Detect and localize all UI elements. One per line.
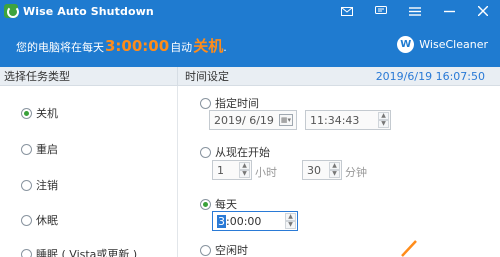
title-bar: Wise Auto Shutdown	[0, 0, 500, 22]
time-spinner[interactable]: ▲ ▼	[378, 112, 389, 128]
spin-down-icon[interactable]: ▼	[378, 120, 389, 128]
spin-up-icon[interactable]: ▲	[285, 213, 296, 221]
radio-icon	[200, 97, 211, 109]
scheduled-time: 3:00:00	[105, 37, 170, 55]
time-setting-panel: 指定时间 2019/ 6/19 ▦▾ 11:34:43 ▲ ▼ 从现在开始 1 …	[179, 86, 500, 257]
minutes-spinner[interactable]: ▲ ▼	[329, 162, 340, 178]
time-setting-title: 时间设定	[185, 70, 229, 83]
arrow-icon	[401, 240, 417, 257]
task-logoff-radio[interactable]: 注销	[21, 177, 58, 193]
minimize-icon[interactable]	[432, 0, 466, 22]
message-suffix: .	[223, 41, 227, 54]
radio-icon	[200, 198, 211, 210]
task-label: 关机	[36, 107, 58, 120]
hours-value: 1	[217, 163, 224, 177]
task-label: 休眠	[36, 214, 58, 227]
date-value: 2019/ 6/19	[214, 113, 274, 127]
time-setting-header: 时间设定 2019/6/19 16:07:50	[178, 67, 500, 86]
minutes-stepper[interactable]: 30 ▲ ▼	[302, 160, 342, 180]
specified-time-radio[interactable]: 指定时间	[200, 95, 259, 111]
window-title: Wise Auto Shutdown	[23, 4, 154, 18]
spin-down-icon[interactable]: ▼	[329, 170, 340, 178]
task-label: 睡眠 ( Vista或更新 )	[36, 248, 138, 257]
daily-spinner[interactable]: ▲ ▼	[285, 213, 296, 229]
specified-time-field[interactable]: 11:34:43 ▲ ▼	[305, 110, 391, 130]
task-type-panel: 关机 重启 注销 休眠 睡眠 ( Vista或更新 )	[0, 86, 178, 257]
spin-down-icon[interactable]: ▼	[285, 221, 296, 229]
window-controls	[330, 0, 500, 22]
time-value: 11:34:43	[310, 113, 360, 127]
radio-icon	[21, 143, 32, 155]
brand-name: WiseCleaner	[419, 38, 488, 51]
schedule-message: 您的电脑将在每天 3:00:00 自动 关机 .	[16, 35, 227, 56]
status-banner: 您的电脑将在每天 3:00:00 自动 关机 . W WiseCleaner	[0, 22, 500, 67]
minutes-value: 30	[307, 163, 321, 177]
radio-icon	[200, 244, 211, 256]
option-label: 指定时间	[215, 97, 259, 110]
radio-icon	[21, 107, 32, 119]
spin-up-icon[interactable]: ▲	[239, 162, 250, 170]
radio-icon	[21, 248, 32, 257]
menu-icon[interactable]	[398, 0, 432, 22]
idle-radio[interactable]: 空闲时	[200, 242, 248, 257]
task-hibernate-radio[interactable]: 休眠	[21, 212, 58, 228]
radio-icon	[200, 146, 211, 158]
option-label: 从现在开始	[215, 146, 270, 159]
current-datetime: 2019/6/19 16:07:50	[375, 69, 485, 83]
task-label: 注销	[36, 179, 58, 192]
task-type-header: 选择任务类型	[0, 67, 178, 86]
spin-up-icon[interactable]: ▲	[378, 112, 389, 120]
task-restart-radio[interactable]: 重启	[21, 141, 58, 157]
hours-unit: 小时	[255, 166, 277, 179]
from-now-radio[interactable]: 从现在开始	[200, 144, 270, 160]
radio-icon	[21, 214, 32, 226]
hours-spinner[interactable]: ▲ ▼	[239, 162, 250, 178]
message-prefix: 您的电脑将在每天	[16, 41, 104, 54]
daily-time-field[interactable]: 3 :00:00 ▲ ▼	[212, 211, 298, 231]
task-type-title: 选择任务类型	[4, 70, 70, 83]
close-icon[interactable]	[466, 0, 500, 22]
radio-icon	[21, 179, 32, 191]
scheduled-action: 关机	[193, 37, 224, 55]
time-selected-part: 3	[217, 214, 226, 228]
task-shutdown-radio[interactable]: 关机	[21, 105, 58, 121]
task-sleep-radio[interactable]: 睡眠 ( Vista或更新 )	[21, 246, 137, 257]
wisecleaner-logo-icon: W	[397, 36, 415, 53]
brand-link[interactable]: W WiseCleaner	[397, 36, 488, 53]
chat-icon[interactable]	[364, 0, 398, 22]
minutes-unit: 分钟	[345, 166, 367, 179]
spin-up-icon[interactable]: ▲	[329, 162, 340, 170]
spin-down-icon[interactable]: ▼	[239, 170, 250, 178]
option-label: 空闲时	[215, 244, 248, 257]
time-rest: :00:00	[226, 214, 262, 228]
daily-radio[interactable]: 每天	[200, 196, 237, 212]
calendar-icon[interactable]: ▦▾	[279, 114, 293, 126]
mail-icon[interactable]	[330, 0, 364, 22]
app-icon	[4, 4, 19, 18]
task-label: 重启	[36, 143, 58, 156]
hours-stepper[interactable]: 1 ▲ ▼	[212, 160, 252, 180]
date-picker[interactable]: 2019/ 6/19 ▦▾	[209, 110, 297, 130]
option-label: 每天	[215, 198, 237, 211]
message-middle: 自动	[170, 41, 193, 54]
